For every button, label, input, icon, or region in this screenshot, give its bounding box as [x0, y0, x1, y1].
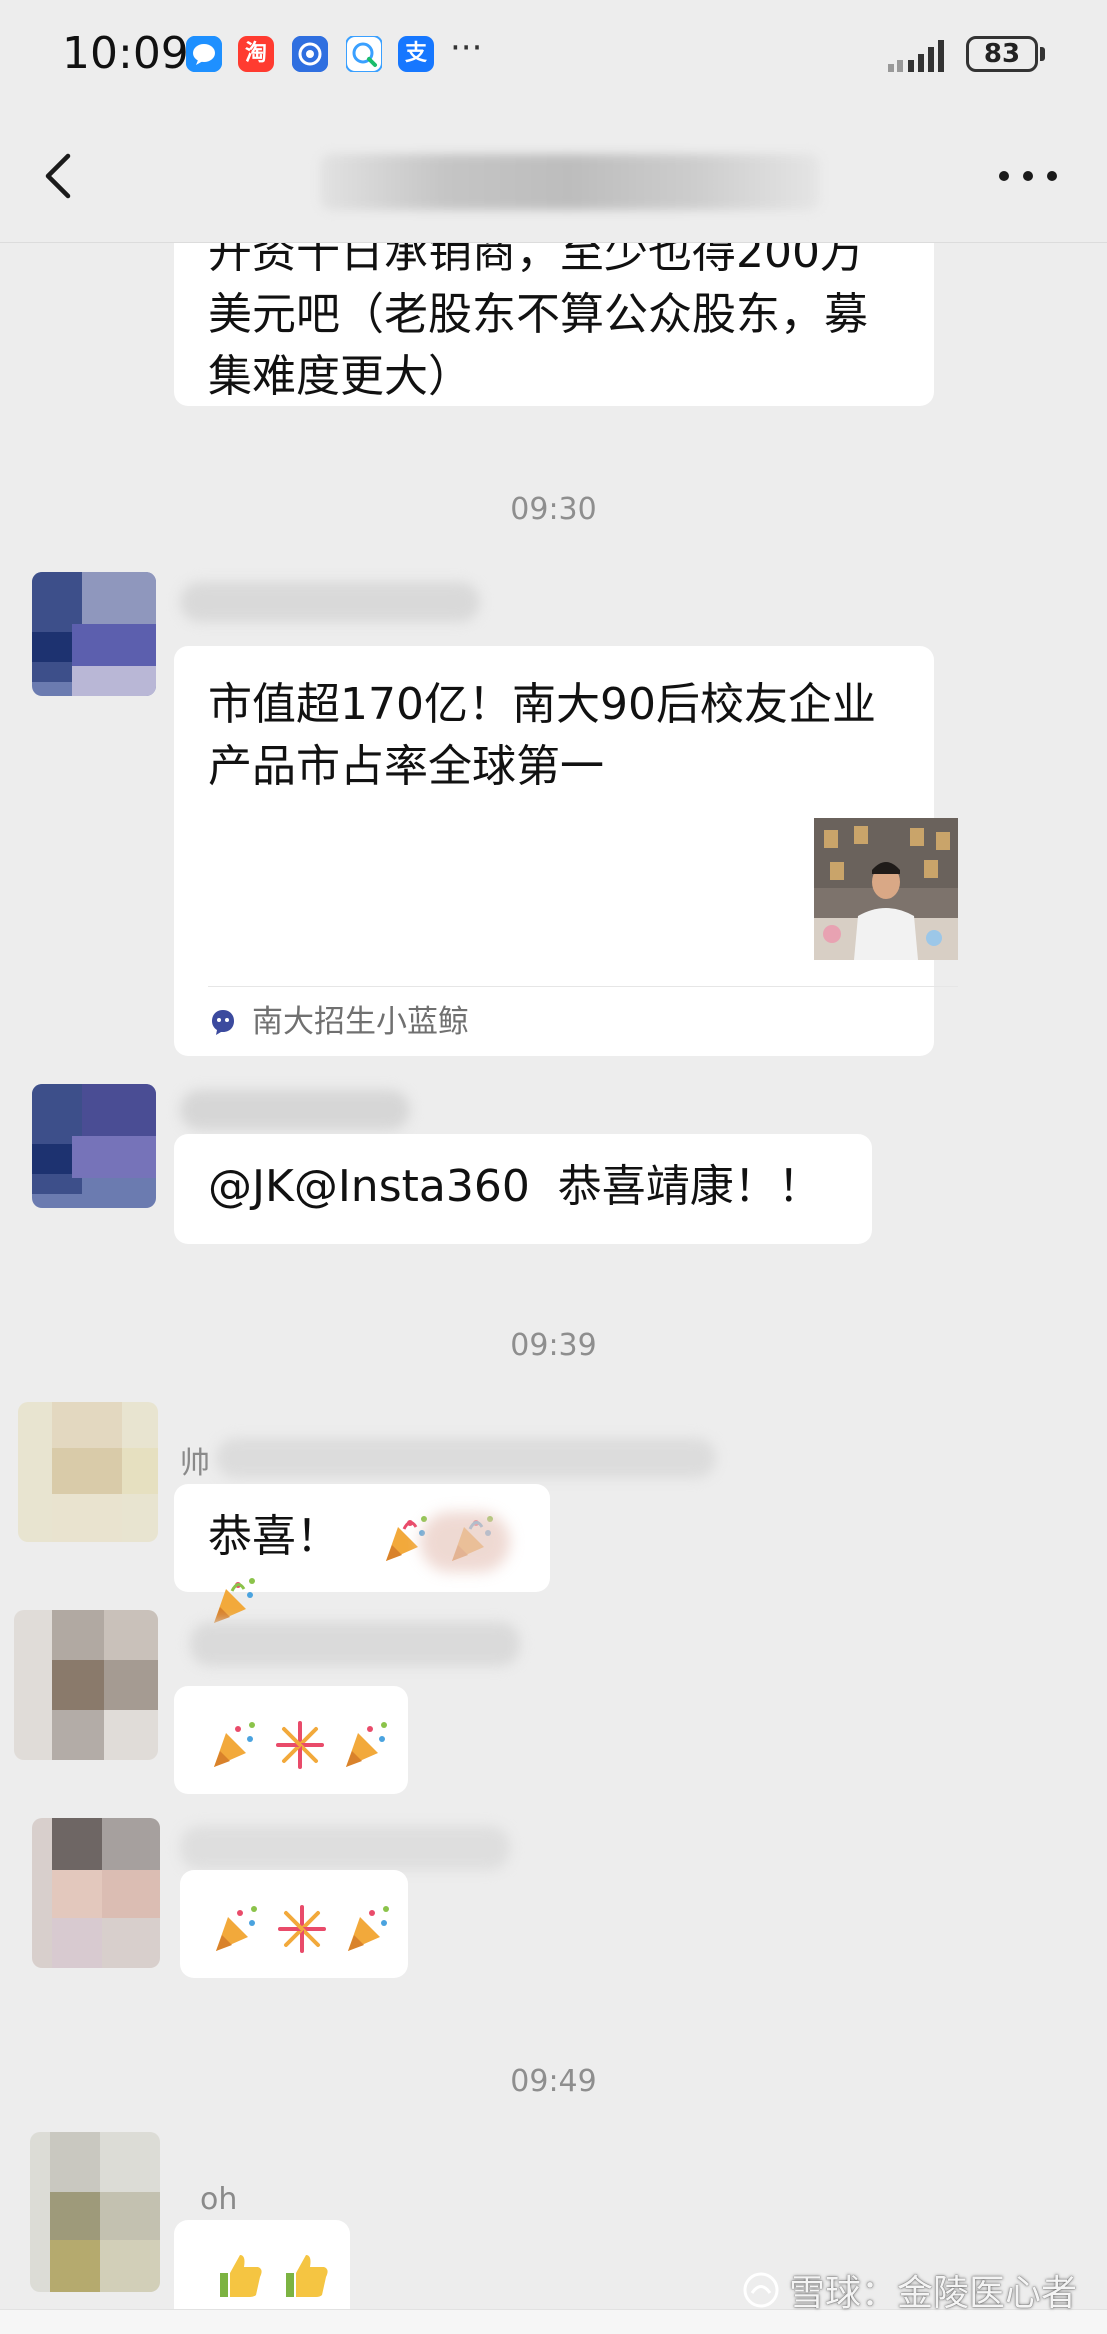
more-notifications-icon: ···: [450, 28, 483, 68]
card-source-name: 南大招生小蓝鲸: [252, 1004, 469, 1040]
party-popper-icon: [214, 1578, 255, 1623]
link-card[interactable]: 市值超170亿！南大90后校友企业 产品市占率全球第一 南大招生小蓝鲸: [174, 646, 958, 1056]
watermark: 雪球：金陵医心者: [741, 2264, 1077, 2316]
message-clipped-line: 开资十日承销商，至少也得200万: [208, 242, 864, 278]
message-icon: [186, 36, 222, 72]
sender-name-redacted: [216, 1438, 716, 1478]
alipay-glyph: 支: [404, 41, 427, 66]
message-bubble[interactable]: [180, 1870, 408, 1978]
sender-name: oh: [200, 2182, 238, 2217]
taobao-icon: 淘: [238, 36, 274, 72]
message-timestamp: 09:30: [510, 492, 597, 527]
xueqiu-logo-icon: [743, 2272, 779, 2308]
avatar[interactable]: [30, 2132, 160, 2292]
qq-icon: [345, 35, 383, 73]
more-dots-icon[interactable]: [990, 144, 1066, 208]
message-list[interactable]: 开资十日承销商，至少也得200万 美元吧（老股东不算公众股东，募 集难度更大） …: [0, 242, 1107, 2334]
sender-name-redacted: [180, 1090, 410, 1130]
message-timestamp: 09:39: [510, 1328, 597, 1363]
card-divider: [208, 986, 958, 987]
card-title: 市值超170亿！南大90后校友企业 产品市占率全球第一: [208, 679, 876, 792]
message-text: 美元吧（老股东不算公众股东，募 集难度更大）: [208, 289, 868, 402]
alipay-icon: 支: [398, 36, 434, 72]
message-text: @JK@Insta360 恭喜靖康！！: [208, 1161, 822, 1212]
battery-tip: [1040, 47, 1045, 61]
message-bubble[interactable]: [174, 1686, 408, 1794]
party-popper-icon: [214, 1722, 255, 1767]
avatar[interactable]: [32, 572, 156, 696]
signal-icon: [888, 40, 944, 72]
message-text: 恭喜！: [208, 1511, 340, 1562]
party-popper-icon: [216, 1906, 257, 1951]
sender-name-redacted: [190, 1622, 520, 1666]
watermark-text: 雪球：金陵医心者: [788, 2273, 1077, 2314]
card-source: 南大招生小蓝鲸: [208, 998, 469, 1046]
status-time: 10:09: [62, 28, 189, 79]
mini-program-icon: [212, 1010, 234, 1035]
message-bubble[interactable]: 开资十日承销商，至少也得200万 美元吧（老股东不算公众股东，募 集难度更大）: [174, 242, 934, 406]
thumbs-up-icon: [286, 2255, 328, 2297]
taobao-glyph: 淘: [244, 41, 267, 66]
sender-name-redacted: [180, 582, 480, 622]
sender-name: 帅: [180, 1446, 210, 1481]
chat-header: [0, 110, 1107, 243]
card-thumbnail: [814, 818, 958, 960]
chat-title-redacted: [320, 154, 820, 210]
party-popper-icon: [348, 1906, 389, 1951]
fireworks-icon: [278, 1905, 326, 1953]
fireworks-icon: [276, 1721, 324, 1769]
battery-indicator: 83: [966, 36, 1038, 72]
avatar[interactable]: [18, 1402, 158, 1542]
avatar[interactable]: [32, 1818, 160, 1968]
party-popper-icon: [346, 1722, 387, 1767]
status-bar: 10:09 淘 支 ··· 83: [0, 0, 1107, 110]
chevron-left-icon[interactable]: [28, 144, 92, 208]
thumbs-up-icon: [220, 2255, 262, 2297]
avatar[interactable]: [32, 1084, 156, 1208]
message-timestamp: 09:49: [510, 2064, 597, 2099]
message-bubble[interactable]: @JK@Insta360 恭喜靖康！！: [174, 1134, 872, 1244]
app-shield-icon: [292, 36, 328, 72]
redaction-blob: [420, 1512, 510, 1572]
avatar[interactable]: [14, 1610, 158, 1760]
sender-name-redacted: [180, 1826, 510, 1870]
